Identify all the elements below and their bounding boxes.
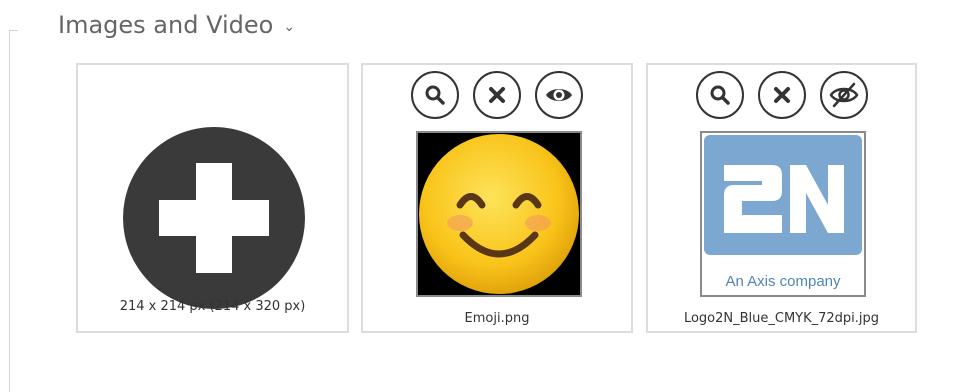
eye-off-icon [829,82,858,108]
zoom-button[interactable] [411,71,459,119]
chevron-down-icon[interactable]: ⌄ [283,19,295,35]
image-thumbnail[interactable] [416,131,582,297]
remove-button[interactable] [473,71,521,119]
image-filename: Emoji.png [464,311,530,326]
visibility-button[interactable] [535,71,583,119]
section-title: Images and Video [58,11,274,39]
emoji-smile-image [419,134,579,294]
image-size-hint: 214 x 214 px (214 x 320 px) [119,299,306,314]
company-logo-image [702,133,864,295]
eye-icon [546,89,572,101]
image-thumbnail[interactable]: An Axis company [700,131,866,297]
section-frame-corner [9,30,18,31]
image-filename: Logo2N_Blue_CMYK_72dpi.jpg [683,311,880,326]
zoom-icon [425,85,445,105]
section-header[interactable]: Images and Video ⌄ [58,8,295,42]
remove-button[interactable] [757,71,806,119]
logo-tagline: An Axis company [725,273,841,290]
image-actions [363,71,631,119]
plus-bar-vertical [196,163,232,273]
section-frame-line [9,30,10,392]
image-actions [648,71,915,119]
image-tile-logo: An Axis company Logo2N_Blue_CMYK_72dpi.j… [646,63,917,333]
visibility-button[interactable] [819,71,868,119]
add-image-tile[interactable]: 214 x 214 px (214 x 320 px) [76,63,349,333]
zoom-icon [710,85,730,105]
zoom-button[interactable] [695,71,744,119]
image-tile-emoji: Emoji.png [361,63,633,333]
remove-icon [489,87,505,103]
plus-circle-icon[interactable] [123,127,305,309]
remove-icon [773,87,790,103]
